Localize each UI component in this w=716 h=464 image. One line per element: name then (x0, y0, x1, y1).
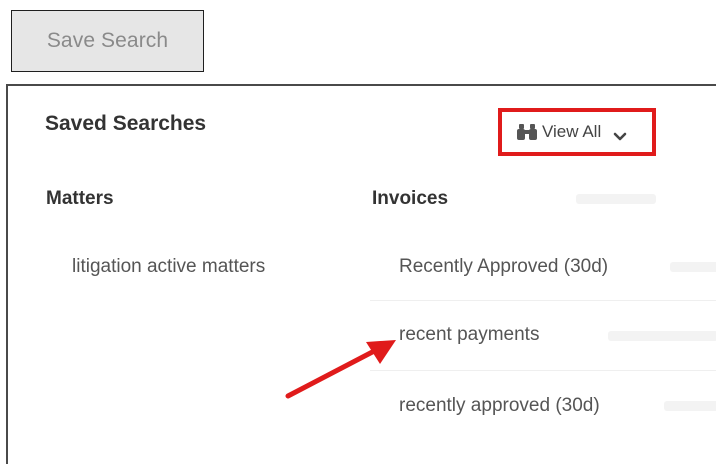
invoice-saved-search-label[interactable]: recent payments (399, 324, 539, 346)
view-all-button[interactable]: View All (498, 108, 656, 156)
faded-placeholder (670, 262, 716, 272)
saved-searches-panel: Saved Searches View All Matters Invoices… (6, 84, 716, 464)
chevron-down-icon[interactable] (613, 127, 627, 141)
matters-heading: Matters (46, 188, 114, 209)
invoices-heading: Invoices (372, 188, 449, 209)
invoice-saved-search-label[interactable]: recently approved (30d) (399, 395, 600, 417)
invoice-saved-search-row[interactable]: recent payments (370, 301, 716, 371)
faded-placeholder (664, 401, 716, 411)
faded-placeholder (576, 194, 656, 204)
panel-title: Saved Searches (45, 112, 207, 135)
annotation-arrow (285, 340, 396, 399)
invoice-saved-search-row[interactable]: recently approved (30d) (370, 371, 716, 441)
save-search-button[interactable]: Save Search (11, 10, 204, 72)
invoice-saved-search-label[interactable]: Recently Approved (30d) (399, 256, 608, 278)
binoculars-icon (516, 122, 538, 142)
invoice-saved-search-row[interactable]: Recently Approved (30d) (370, 231, 716, 301)
faded-placeholder (608, 331, 716, 341)
matter-saved-search-item[interactable]: litigation active matters (72, 256, 265, 278)
view-all-label: View All (542, 122, 602, 141)
